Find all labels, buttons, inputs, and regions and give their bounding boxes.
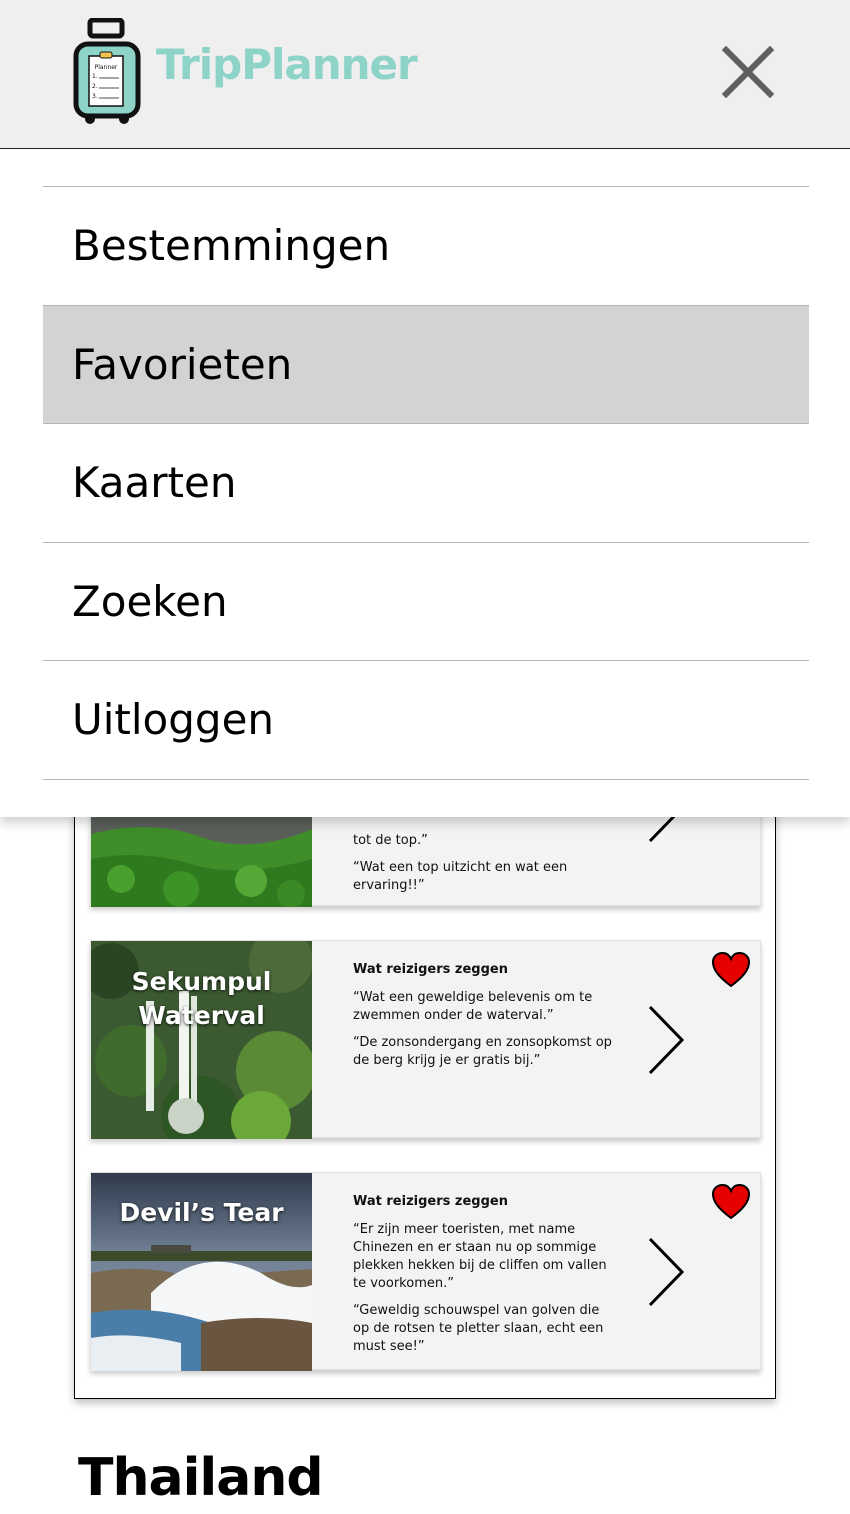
reviews-heading: Wat reizigers zeggen — [353, 1194, 508, 1209]
destination-title: Waterval — [138, 1001, 265, 1030]
favorite-card[interactable]: Sekumpul Waterval Wat reizigers zeggen “… — [90, 940, 761, 1139]
app-header: Planner 1. 2. 3. TripPlanner — [0, 0, 850, 149]
reviews-heading: Wat reizigers zeggen — [353, 962, 508, 977]
logo-list-item: 2. — [92, 83, 98, 90]
menu-list: Bestemmingen Favorieten Kaarten Zoeken U… — [43, 186, 809, 780]
destination-title: Sekumpul — [131, 967, 272, 996]
chevron-right-icon[interactable] — [646, 1003, 688, 1077]
section-title: Thailand — [78, 1448, 324, 1508]
reviews: Wat reizigers zeggen “Er zijn meer toeri… — [353, 1193, 615, 1365]
reviews: Wat reizigers zeggen “Wat een geweldige … — [353, 961, 615, 1079]
menu-item-uitloggen[interactable]: Uitloggen — [43, 661, 809, 780]
logo-list-item: 1. — [92, 73, 98, 80]
chevron-right-icon[interactable] — [646, 1235, 688, 1309]
review-quote: tot de top.” — [353, 833, 428, 848]
menu-item-kaarten[interactable]: Kaarten — [43, 424, 809, 543]
favorites-list: tot de top.” “Wat een top uitzicht en wa… — [74, 708, 776, 1399]
logo-text: Planner — [95, 64, 118, 71]
favorite-card[interactable]: Devil’s Tear Wat reizigers zeggen “Er zi… — [90, 1172, 761, 1371]
review-quote: “De zonsondergang en zonsopkomst op de b… — [353, 1035, 612, 1068]
menu-item-bestemmingen[interactable]: Bestemmingen — [43, 187, 809, 306]
menu-item-favorieten[interactable]: Favorieten — [43, 305, 809, 424]
app-title: TripPlanner — [156, 40, 418, 89]
heart-icon[interactable] — [711, 951, 751, 989]
nav-menu: Bestemmingen Favorieten Kaarten Zoeken U… — [0, 149, 850, 817]
menu-item-zoeken[interactable]: Zoeken — [43, 543, 809, 661]
reviews: tot de top.” “Wat een top uitzicht en wa… — [353, 832, 615, 904]
review-quote: “Wat een top uitzicht en wat een ervarin… — [353, 860, 568, 893]
suitcase-icon[interactable]: Planner 1. 2. 3. — [72, 18, 142, 126]
heart-icon[interactable] — [711, 1183, 751, 1221]
logo-list-item: 3. — [92, 93, 98, 100]
review-quote: “Er zijn meer toeristen, met name Chinez… — [353, 1222, 607, 1291]
destination-image: Devil’s Tear — [91, 1173, 312, 1371]
destination-image: Sekumpul Waterval — [91, 941, 312, 1139]
review-quote: “Geweldig schouwspel van golven die op d… — [353, 1303, 604, 1354]
review-quote: “Wat een geweldige belevenis om te zwemm… — [353, 990, 593, 1023]
destination-title: Devil’s Tear — [119, 1198, 284, 1227]
close-icon[interactable] — [716, 40, 780, 104]
